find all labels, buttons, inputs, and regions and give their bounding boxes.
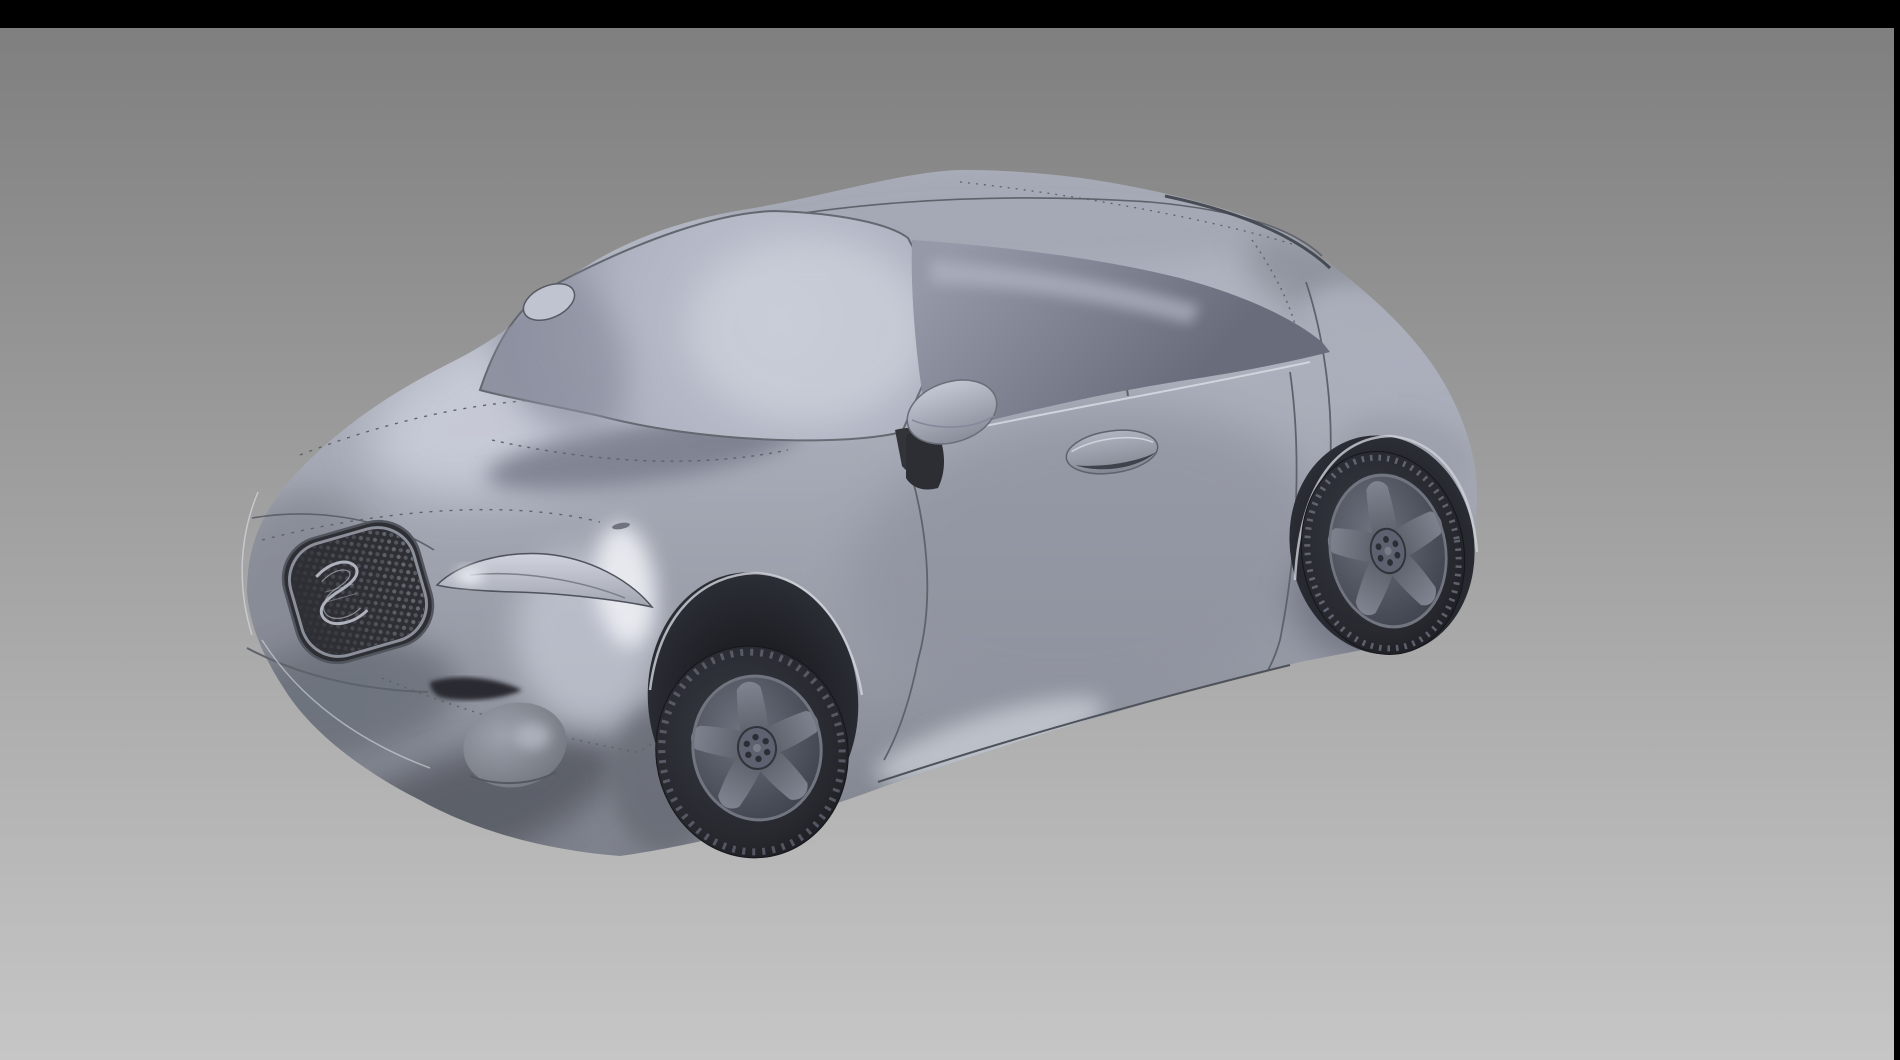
top-letterbox-bar bbox=[0, 0, 1900, 28]
application-window bbox=[0, 0, 1900, 1060]
fog-pocket-reflection bbox=[514, 723, 550, 749]
cad-viewport[interactable] bbox=[0, 0, 1894, 1060]
car-render-canvas bbox=[0, 0, 1894, 1060]
right-letterbox-bar bbox=[1894, 0, 1900, 1060]
windshield-highlight bbox=[690, 240, 930, 420]
headlight-sparkle bbox=[456, 568, 484, 584]
